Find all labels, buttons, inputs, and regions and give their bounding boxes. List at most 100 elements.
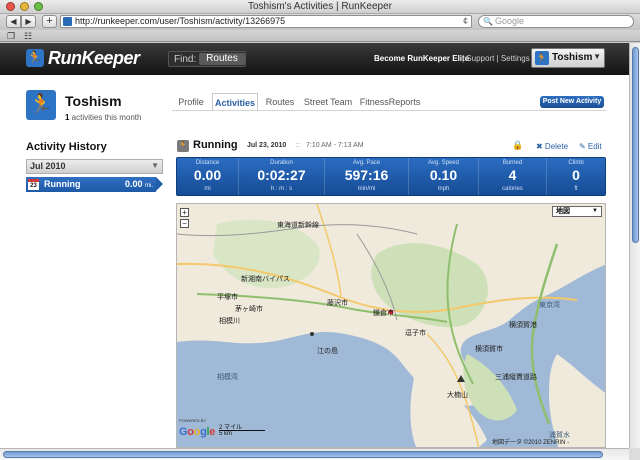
- chevron-down-icon: ▼: [592, 208, 598, 214]
- add-bookmark-button[interactable]: +: [42, 15, 57, 28]
- date-separator: ::: [296, 142, 300, 149]
- map-type-select[interactable]: 地図 ▼: [552, 206, 602, 217]
- stats-bar: Distance 0.00 mi Duration 0:02:27 h : m …: [176, 157, 606, 196]
- stat-unit: mph: [437, 186, 450, 192]
- stat-unit: calories: [502, 186, 523, 192]
- scale-km: 5 km: [219, 431, 233, 437]
- map-label: 江の島: [317, 348, 338, 355]
- activity-item-distance: 0.00 mi.: [124, 179, 153, 189]
- avatar[interactable]: 🏃: [26, 90, 56, 120]
- profile-name: Toshism: [65, 93, 122, 109]
- map-canvas: [177, 204, 605, 447]
- find-widget: Find: Routes: [168, 51, 246, 67]
- bookmarks-bar: ❐ ☷: [0, 30, 640, 42]
- find-label: Find:: [174, 54, 197, 65]
- map-label: 逗子市: [405, 330, 426, 337]
- stat-burned: Burned 4 calories: [478, 158, 546, 195]
- profile-tabs: Profile Activities Routes Street Team Fi…: [172, 93, 422, 111]
- resize-handle[interactable]: [629, 448, 640, 460]
- logo-text: RunKeeper: [48, 48, 140, 68]
- stat-value: 0: [572, 167, 580, 183]
- activity-time: 7:10 AM - 7:13 AM: [306, 142, 364, 149]
- map-scale: 2 マイル 5 km: [219, 422, 267, 438]
- stat-label: Avg. Speed: [428, 160, 459, 166]
- horizontal-scroll-thumb[interactable]: [3, 451, 603, 458]
- top-sites-grid-icon[interactable]: ☷: [24, 30, 32, 42]
- map-copyright: 地図データ ©2010 ZENRIN -: [492, 440, 570, 446]
- list-item-activity[interactable]: 23 Running 0.00 mi.: [26, 177, 156, 192]
- powered-by-label: POWERED BY: [179, 418, 207, 423]
- address-bar[interactable]: http://runkeeper.com/user/Toshism/activi…: [60, 15, 472, 28]
- reload-icon[interactable]: ¢: [463, 16, 468, 27]
- map-label: 平塚市: [217, 294, 238, 301]
- find-routes-button[interactable]: Routes: [199, 53, 245, 65]
- stat-value: 0:02:27: [257, 167, 306, 183]
- map-label: 藤沢市: [327, 300, 348, 307]
- map-label: 東海道新幹線: [277, 222, 319, 229]
- stat-unit: h : m : s: [270, 186, 293, 192]
- stat-value: 0.00: [193, 167, 222, 183]
- stat-unit: min/mi: [357, 186, 376, 192]
- zoom-out-button[interactable]: −: [180, 219, 189, 228]
- forward-button[interactable]: ▶: [21, 15, 36, 28]
- tab-routes[interactable]: Routes: [262, 93, 298, 111]
- month-select[interactable]: Jul 2010 ▼: [26, 159, 163, 174]
- become-elite-link[interactable]: Become RunKeeper Elite: [374, 54, 469, 63]
- stat-unit: mi: [204, 186, 211, 192]
- google-logo[interactable]: Google: [179, 426, 215, 438]
- activity-date: Jul 23, 2010: [247, 142, 287, 149]
- stat-value: 0.10: [429, 167, 458, 183]
- map-label: 大楠山: [447, 392, 468, 399]
- zoom-in-button[interactable]: +: [180, 208, 189, 217]
- vertical-scroll-thumb[interactable]: [632, 47, 639, 243]
- runkeeper-logo[interactable]: 🏃 RunKeeper: [26, 48, 150, 70]
- window-title: Toshism's Activities | RunKeeper: [247, 1, 392, 12]
- favicon-icon: [63, 17, 72, 26]
- delete-button[interactable]: ✖ Delete: [536, 142, 568, 151]
- edit-button[interactable]: ✎ Edit: [579, 142, 602, 151]
- user-menu-button[interactable]: 🏃 Toshism ▼: [531, 48, 605, 68]
- activity-item-name: Running: [44, 179, 81, 189]
- post-new-activity-button[interactable]: Post New Activity: [540, 96, 604, 108]
- tab-street-team[interactable]: Street Team: [302, 93, 354, 111]
- stat-avg-pace: Avg. Pace 597:16 min/mi: [324, 158, 408, 195]
- map-label: 横須賀港: [509, 322, 537, 329]
- back-button[interactable]: ◀: [6, 15, 21, 28]
- map-label: 相模湾: [217, 374, 238, 381]
- search-icon: 🔍: [483, 17, 493, 26]
- selected-arrow-icon: [156, 177, 163, 191]
- chevron-down-icon: ▼: [593, 52, 601, 61]
- stat-label: Duration: [270, 160, 293, 166]
- month-selected-value: Jul 2010: [30, 161, 66, 171]
- stat-avg-speed: Avg. Speed 0.10 mph: [408, 158, 478, 195]
- lock-icon[interactable]: 🔒: [512, 140, 523, 151]
- runner-logo-icon: 🏃: [26, 49, 44, 67]
- tab-fitness-reports[interactable]: FitnessReports: [358, 93, 422, 111]
- page-viewport: 🏃 RunKeeper Find: Routes Become RunKeepe…: [0, 43, 629, 448]
- stat-label: Burned: [502, 160, 523, 166]
- tab-profile[interactable]: Profile: [172, 93, 210, 111]
- route-map[interactable]: 東海道新幹線 平塚市 茅ヶ崎市 相模川 藤沢市 鎌倉市 逗子市 江の島 横須賀市…: [176, 203, 606, 448]
- stat-label: Climb: [568, 160, 584, 166]
- support-settings-links[interactable]: | Support | Settings: [462, 54, 530, 63]
- stat-climb: Climb 0 ft: [546, 158, 605, 195]
- activity-history-title: Activity History: [26, 141, 107, 153]
- user-runner-icon: 🏃: [535, 51, 549, 65]
- vertical-scrollbar[interactable]: [629, 43, 640, 448]
- map-label: 新湘南バイパス: [241, 276, 290, 283]
- browser-toolbar: ◀ ▶ + http://runkeeper.com/user/Toshism/…: [0, 14, 640, 30]
- address-input[interactable]: http://runkeeper.com/user/Toshism/activi…: [75, 16, 285, 27]
- bookmarks-book-icon[interactable]: ❐: [7, 30, 15, 42]
- map-label: 鎌倉市: [373, 310, 394, 317]
- stat-value: 4: [508, 167, 517, 183]
- horizontal-scrollbar[interactable]: [0, 448, 629, 460]
- stat-duration: Duration 0:02:27 h : m : s: [238, 158, 324, 195]
- search-field[interactable]: 🔍 Google: [478, 15, 634, 28]
- tab-activities[interactable]: Activities: [212, 93, 258, 111]
- stat-value: 597:16: [344, 167, 389, 183]
- map-label: 茅ヶ崎市: [235, 306, 263, 313]
- stat-unit: ft: [574, 186, 578, 192]
- search-input[interactable]: Google: [495, 16, 524, 27]
- map-label: 三浦縦貫道路: [495, 374, 537, 381]
- stat-label: Distance: [195, 160, 220, 166]
